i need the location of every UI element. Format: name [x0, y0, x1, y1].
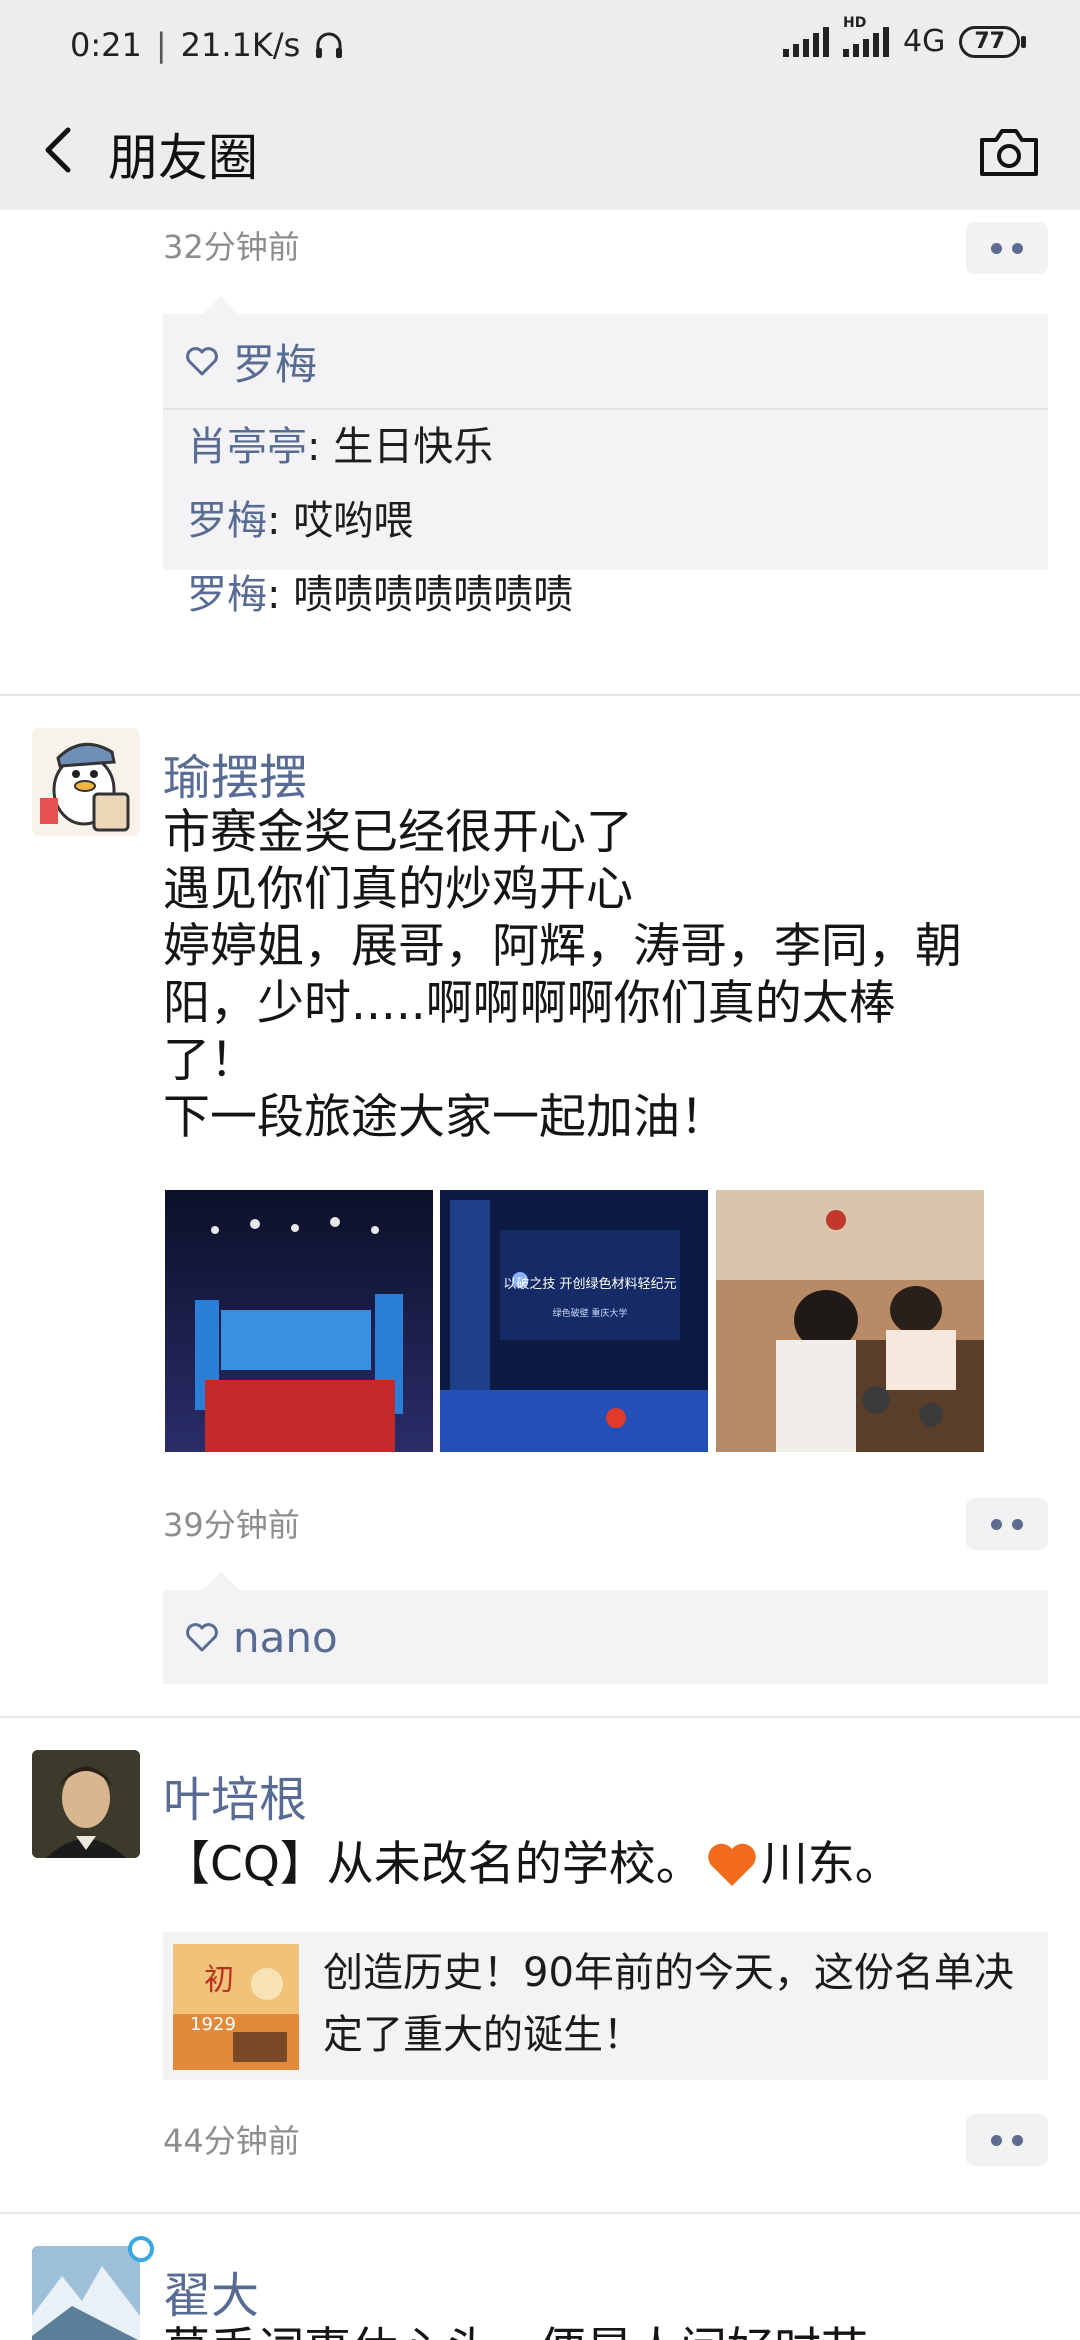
like-name[interactable]: 罗梅	[233, 331, 317, 392]
likes-row[interactable]: 罗梅	[163, 314, 1048, 408]
comment-text: : 哎哟喂	[267, 498, 414, 544]
avatar[interactable]	[32, 2246, 140, 2340]
comment-text: : 生日快乐	[307, 424, 494, 470]
post-photo[interactable]: 以破之技 开创绿色材料轻纪元 绿色破壁 重庆大学	[440, 1190, 708, 1452]
comment-author[interactable]: 肖亭亭	[187, 424, 307, 470]
comment-author[interactable]: 罗梅	[187, 498, 267, 544]
net-speed: 21.1K/s	[180, 26, 301, 64]
post-text-tail: 川东。	[760, 1837, 902, 1892]
post-author[interactable]: 叶培根	[163, 1760, 307, 1830]
divider	[0, 2212, 1080, 2214]
more-actions-button[interactable]	[966, 2114, 1048, 2166]
landscape-avatar-icon	[32, 2246, 140, 2340]
top-bar: 0:21 | 21.1K/s HD 4G 77 朋友圈	[0, 0, 1080, 210]
more-actions-button[interactable]	[966, 222, 1048, 274]
page-title: 朋友圈	[108, 129, 258, 187]
shared-link-card[interactable]: 初 1929 创造历史！90年前的今天，这份名单决定了重大的诞生！	[163, 1932, 1048, 2080]
photo-caption: 以破之技 开创绿色材料轻纪元	[503, 1276, 676, 1292]
interaction-box: 罗梅 肖亭亭: 生日快乐 罗梅: 哎哟喂 罗梅: 啧啧啧啧啧啧啧	[163, 296, 1048, 618]
post-text: 【CQ】从未改名的学校。 川东。	[163, 1836, 1003, 1893]
hd-label: HD	[843, 14, 867, 31]
post-time: 44分钟前	[163, 2122, 300, 2160]
likes-row[interactable]: nano	[163, 1590, 1048, 1684]
photo-subcaption: 绿色破壁 重庆大学	[553, 1307, 628, 1319]
avatar[interactable]	[32, 1750, 140, 1858]
share-thumbnail: 初 1929	[173, 1944, 299, 2070]
nav-bar: 朋友圈	[0, 96, 1080, 210]
post-author[interactable]: 翟大	[163, 2256, 259, 2326]
post-photo[interactable]	[165, 1190, 433, 1452]
chevron-left-icon[interactable]	[30, 120, 90, 180]
portrait-avatar-icon	[32, 1750, 140, 1858]
post-text: 市赛金奖已经很开心了 遇见你们真的炒鸡开心 婷婷姐，展哥，阿辉，涛哥，李同，朝 …	[163, 805, 962, 1145]
like-name[interactable]: nano	[233, 1613, 338, 1662]
status-bar: 0:21 | 21.1K/s HD 4G 77	[0, 0, 1080, 96]
heart-icon	[186, 347, 218, 376]
comment[interactable]: 罗梅: 哎哟喂	[163, 484, 1048, 558]
network-type: 4G	[903, 24, 946, 59]
share-thumb-char: 初	[204, 1963, 234, 1998]
story-ring-icon	[128, 2236, 154, 2262]
interaction-box: nano	[163, 1572, 1048, 1684]
status-separator: |	[155, 26, 167, 64]
comment-author[interactable]: 罗梅	[187, 572, 267, 618]
camera-icon[interactable]	[978, 124, 1040, 180]
post-time: 32分钟前	[163, 228, 300, 266]
battery-icon: 77	[959, 25, 1026, 58]
divider	[0, 694, 1080, 696]
signal-icon	[783, 26, 830, 57]
post-time: 39分钟前	[163, 1506, 300, 1544]
moments-feed[interactable]: 32分钟前 罗梅 肖亭亭: 生日快乐 罗梅: 哎哟喂 罗梅: 啧啧啧啧啧啧啧 瑜…	[0, 210, 1080, 2340]
divider	[0, 1716, 1080, 1718]
heart-icon	[186, 1623, 218, 1652]
comment[interactable]: 罗梅: 啧啧啧啧啧啧啧	[163, 558, 1048, 632]
battery-level: 77	[974, 28, 1005, 54]
hd-signal-icon: HD	[843, 15, 890, 57]
comment-text: : 啧啧啧啧啧啧啧	[267, 572, 574, 618]
post-author[interactable]: 瑜摆摆	[163, 738, 307, 808]
comment[interactable]: 肖亭亭: 生日快乐	[163, 410, 1048, 484]
avatar[interactable]	[32, 728, 140, 836]
post-photo[interactable]	[716, 1190, 984, 1452]
headphones-icon	[316, 32, 343, 58]
post-text-main: 【CQ】从未改名的学校。	[163, 1837, 703, 1892]
status-time: 0:21	[70, 26, 142, 64]
share-thumb-year: 1929	[190, 2014, 236, 2035]
share-title: 创造历史！90年前的今天，这份名单决定了重大的诞生！	[323, 1950, 1014, 2058]
orange-heart-icon	[708, 1843, 756, 1886]
penguin-avatar-icon	[32, 728, 140, 836]
post-text: 莫丢词事休心头，便是人间好时节	[163, 2322, 1003, 2340]
more-actions-button[interactable]	[966, 1498, 1048, 1550]
